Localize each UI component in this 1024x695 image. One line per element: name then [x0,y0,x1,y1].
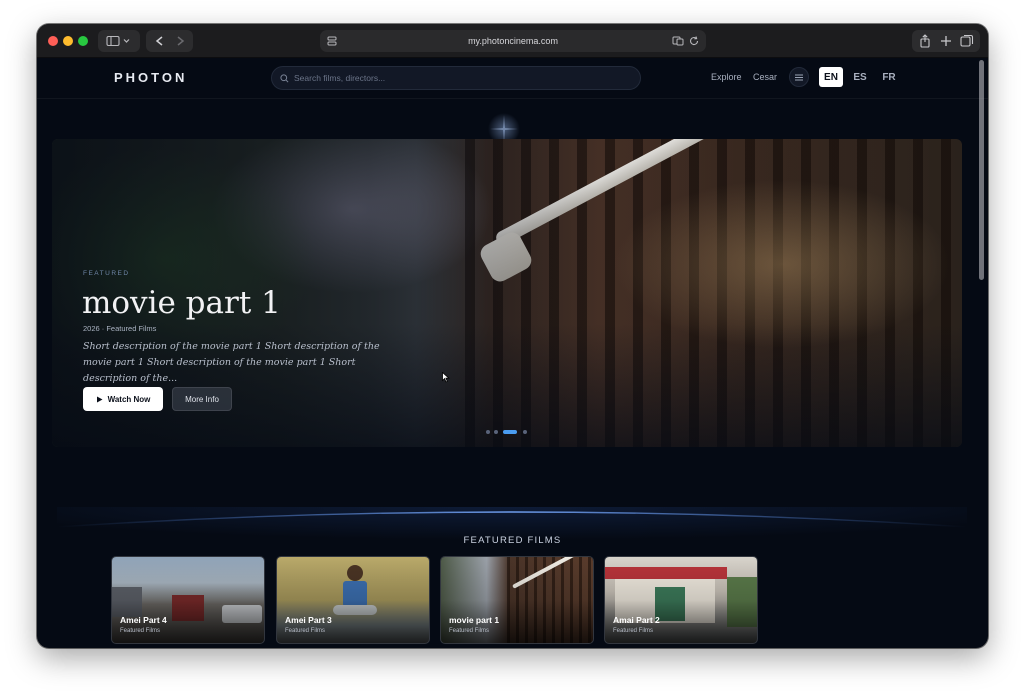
film-card-subtitle: Featured Films [449,628,490,634]
search-placeholder: Search films, directors... [294,73,386,83]
film-card[interactable]: movie part 1 Featured Films [440,556,594,644]
slide-dot-2[interactable] [494,430,498,434]
section-divider-arc [57,507,967,562]
film-card-subtitle: Featured Films [285,628,326,634]
page-settings-icon[interactable] [326,35,338,47]
browser-toolbar: my.photoncinema.com [37,24,988,58]
browser-window: my.photoncinema.com PHOTON Search films,… [37,24,988,648]
film-card-title: Amei Part 3 [285,615,332,625]
hero-banner: FEATURED movie part 1 2026 · Featured Fi… [52,139,962,447]
close-window-button[interactable] [48,36,58,46]
language-fr-button[interactable]: FR [877,67,901,87]
site-logo[interactable]: PHOTON [114,70,187,85]
site-header: PHOTON Search films, directors... Explor… [37,59,988,99]
featured-section-title: FEATURED FILMS [463,535,562,546]
slide-dot-4[interactable] [523,430,527,434]
page-scrollbar[interactable] [979,60,984,280]
mouse-cursor-icon [442,372,450,383]
more-info-button[interactable]: More Info [172,387,232,411]
toolbar-actions-group [912,30,980,52]
back-arrow-icon[interactable] [150,35,170,47]
watch-now-label: Watch Now [107,394,151,404]
film-card-title: Amai Part 2 [613,615,660,625]
sidebar-icon [106,35,130,47]
search-input[interactable]: Search films, directors... [271,66,641,90]
slide-dot-3[interactable] [503,430,517,434]
nav-user-link[interactable]: Cesar [753,72,777,82]
film-card[interactable]: Amei Part 3 Featured Films [276,556,430,644]
forward-arrow-icon[interactable] [170,35,190,47]
sidebar-toggle-button[interactable] [98,30,140,52]
reload-icon[interactable] [688,35,700,47]
search-icon [280,74,289,83]
play-icon [96,396,103,402]
film-card-title: Amei Part 4 [120,615,167,625]
url-text: my.photoncinema.com [468,36,558,46]
hamburger-menu-icon [795,74,803,80]
language-es-button[interactable]: ES [848,67,872,87]
language-en-button[interactable]: EN [819,67,843,87]
slide-dot-1[interactable] [486,430,490,434]
film-card-subtitle: Featured Films [120,628,161,634]
hero-meta: 2026 · Featured Films [83,324,157,333]
zoom-window-button[interactable] [78,36,88,46]
nav-explore-link[interactable]: Explore [711,72,742,82]
tab-overview-icon[interactable] [960,34,974,48]
back-forward-group [146,30,193,52]
hero-description: Short description of the movie part 1 Sh… [83,341,380,384]
hero-kicker: FEATURED [83,270,130,277]
more-info-label: More Info [185,394,219,404]
translate-icon[interactable] [672,35,684,47]
hero-title: movie part 1 [82,285,281,321]
film-card[interactable]: Amei Part 4 Featured Films [111,556,265,644]
film-card[interactable]: Amai Part 2 Featured Films [604,556,758,644]
film-card-subtitle: Featured Films [613,628,654,634]
watch-now-button[interactable]: Watch Now [83,387,163,411]
address-bar[interactable]: my.photoncinema.com [320,30,706,52]
new-tab-icon[interactable] [940,35,952,47]
share-icon[interactable] [918,34,932,48]
film-card-title: movie part 1 [449,615,500,625]
menu-button[interactable] [789,67,809,87]
minimize-window-button[interactable] [63,36,73,46]
